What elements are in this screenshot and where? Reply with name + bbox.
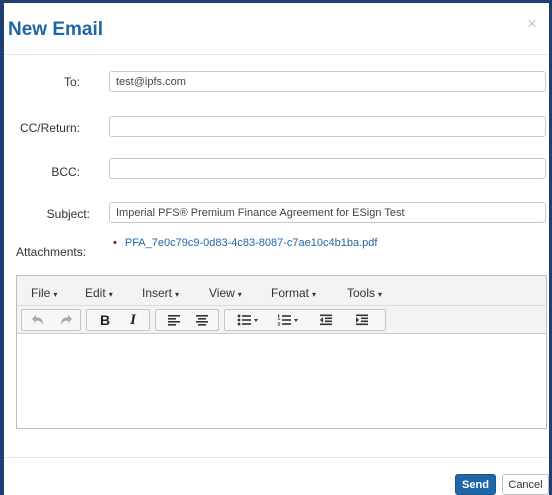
- chevron-down-icon: ▾: [378, 290, 383, 299]
- subject-field[interactable]: [109, 202, 546, 223]
- dialog-footer: Send Cancel: [4, 457, 549, 495]
- rich-text-editor: File ▾ Edit ▾ Insert ▾ View ▾ Format ▾ Tools ▾…: [16, 275, 547, 429]
- menu-edit-label: Edit: [85, 286, 106, 300]
- undo-icon[interactable]: [26, 310, 50, 330]
- menu-view[interactable]: View ▾: [209, 286, 242, 300]
- align-left-icon[interactable]: [162, 310, 186, 330]
- menu-format-label: Format: [271, 286, 310, 300]
- chevron-down-icon: ▾: [237, 290, 242, 299]
- numbered-list-icon[interactable]: [271, 310, 305, 330]
- editor-content-area[interactable]: [17, 335, 546, 428]
- menu-file-label: File: [31, 286, 51, 300]
- menu-edit[interactable]: Edit ▾: [85, 286, 113, 300]
- list-group: [224, 309, 386, 331]
- chevron-down-icon: ▾: [53, 290, 58, 299]
- list-bullet: •: [113, 237, 117, 249]
- bcc-label: BCC:: [51, 165, 80, 179]
- dialog-header: New Email ×: [4, 3, 549, 55]
- attachment-link[interactable]: PFA_7e0c79c9-0d83-4c83-8087-c7ae10c4b1ba…: [125, 237, 378, 249]
- menu-view-label: View: [209, 286, 235, 300]
- chevron-down-icon: ▾: [312, 290, 317, 299]
- cc-label: CC/Return:: [19, 121, 80, 135]
- indent-icon[interactable]: [347, 310, 377, 330]
- menu-tools-label: Tools: [347, 286, 376, 300]
- redo-icon[interactable]: [54, 310, 78, 330]
- bold-button[interactable]: B: [93, 310, 117, 330]
- dialog-title: New Email: [8, 19, 104, 40]
- editor-menubar: File ▾ Edit ▾ Insert ▾ View ▾ Format ▾ Tools ▾: [17, 276, 546, 306]
- cc-field[interactable]: [109, 116, 546, 137]
- cancel-button[interactable]: Cancel: [502, 474, 549, 495]
- align-center-icon[interactable]: [190, 310, 214, 330]
- editor-toolbar: B I: [17, 306, 546, 334]
- italic-button[interactable]: I: [121, 310, 145, 330]
- menu-insert[interactable]: Insert ▾: [142, 286, 179, 300]
- bcc-field[interactable]: [109, 158, 546, 179]
- outdent-icon[interactable]: [311, 310, 341, 330]
- format-group: B I: [86, 309, 150, 331]
- attachment-list: • PFA_7e0c79c9-0d83-4c83-8087-c7ae10c4b1b…: [113, 237, 377, 249]
- chevron-down-icon: ▾: [108, 290, 113, 299]
- menu-tools[interactable]: Tools ▾: [347, 286, 382, 300]
- menu-insert-label: Insert: [142, 286, 173, 300]
- send-button[interactable]: Send: [455, 474, 496, 495]
- menu-format[interactable]: Format ▾: [271, 286, 316, 300]
- subject-label: Subject:: [46, 207, 90, 221]
- bullet-list-icon[interactable]: [231, 310, 265, 330]
- history-group: [21, 309, 81, 331]
- align-group: [155, 309, 219, 331]
- to-label: To:: [63, 75, 80, 89]
- close-icon[interactable]: ×: [527, 15, 537, 32]
- attachments-label: Attachments:: [16, 245, 87, 259]
- chevron-down-icon: ▾: [175, 290, 180, 299]
- to-field[interactable]: [109, 71, 546, 92]
- menu-file[interactable]: File ▾: [31, 286, 57, 300]
